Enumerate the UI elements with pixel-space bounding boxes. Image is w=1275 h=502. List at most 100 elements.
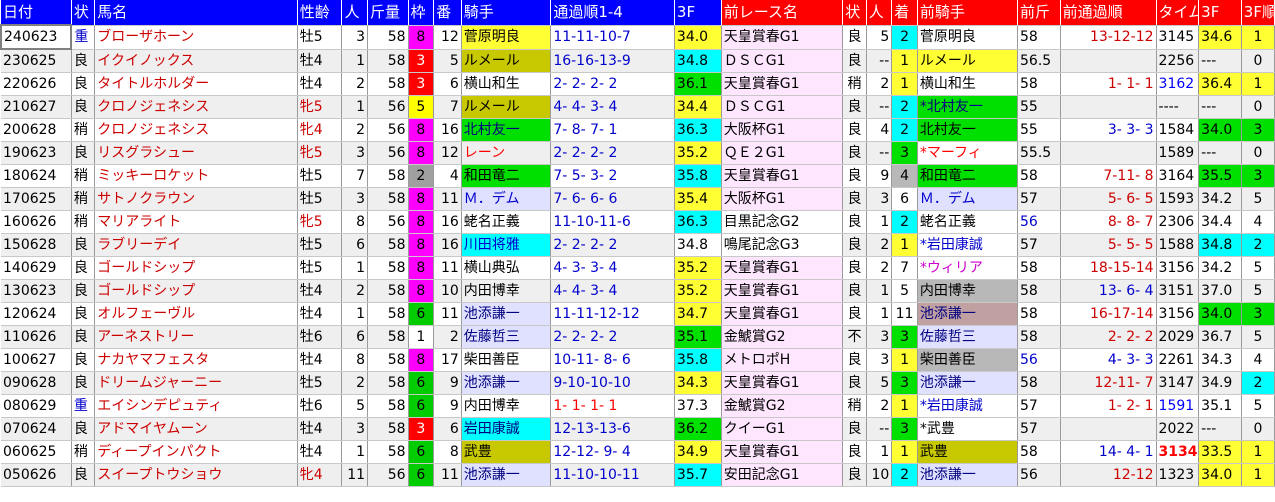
previous-popularity-cell: 1 [866, 440, 893, 464]
previous-jockey-cell: 和田竜二 [917, 164, 1019, 188]
table-row[interactable]: 170625 稍サトノクラウン 牡5 3 58 8 11 Ｍ．デム 7- 6- 6- 6 35.4… [1, 187, 1275, 211]
table-row[interactable]: 160626 稍マリアライト 牝5 8 56 8 16 蛯名正義 11-10-11-6 36.3 目… [1, 210, 1275, 234]
table-row[interactable]: 070624 良アドマイヤムーン 牡4 3 58 3 6 岩田康誠 12-13-13-6 36.2… [1, 417, 1275, 441]
previous-finish-cell: 3 [891, 371, 918, 395]
column-header[interactable]: 前レース名 [721, 0, 844, 26]
table-row[interactable]: 130623 良ゴールドシップ 牡4 2 58 8 10 内田博幸 4- 4- 3- 4 35.2… [1, 279, 1275, 303]
column-header[interactable]: 斤量 [367, 0, 409, 26]
popularity-cell: 3 [341, 25, 369, 50]
previous-popularity-cell: 2 [866, 394, 893, 418]
passing-order-cell: 4- 4- 3- 4 [550, 279, 675, 303]
table-row[interactable]: 060625 稍ディープインパクト 牡4 1 58 6 8 武豊 12-12- 9- 4 34.9… [1, 440, 1275, 464]
table-row[interactable]: 120624 良オルフェーヴル 牡4 1 58 6 11 池添謙一 11-11-12-12 34.… [1, 302, 1275, 326]
sex-age-cell: 牡5 [297, 256, 343, 280]
column-header[interactable]: 3F [674, 0, 722, 26]
previous-3f-cell: 35.5 [1198, 164, 1242, 188]
previous-3f-cell: 34.9 [1198, 371, 1242, 395]
previous-weight-cell: 57 [1017, 233, 1061, 257]
weight-cell: 56 [367, 95, 409, 119]
previous-weight-cell: 56 [1017, 463, 1061, 487]
table-row[interactable]: 140629 良ゴールドシップ 牡5 1 58 8 11 横山典弘 4- 3- 3- 4 35.2… [1, 256, 1275, 280]
previous-3f-cell: 33.5 [1198, 440, 1242, 464]
track-condition-cell: 稍 [71, 118, 96, 142]
weight-cell: 58 [367, 49, 409, 73]
previous-condition-cell: 良 [842, 141, 867, 165]
frame-cell: 8 [408, 141, 435, 165]
column-header[interactable]: 人 [866, 0, 893, 26]
previous-passing-cell: 7-11- 8 [1060, 164, 1157, 188]
previous-passing-cell: 1- 1- 1 [1060, 72, 1157, 96]
jockey-cell: Ｍ．デム [461, 187, 552, 211]
previous-passing-cell: 14- 4- 1 [1060, 440, 1157, 464]
previous-3f-rank-cell: 5 [1241, 187, 1275, 211]
table-row[interactable]: 050626 良スイープトウショウ 牝4 11 56 6 11 池添謙一 11-10-10-11… [1, 463, 1275, 487]
table-row[interactable]: 110626 良アーネストリー 牡6 6 58 1 2 佐藤哲三 2- 2- 2- 2 35.1 金… [1, 325, 1275, 349]
column-header[interactable]: 性齢 [297, 0, 343, 26]
weight-cell: 58 [367, 233, 409, 257]
jockey-cell: 池添謙一 [461, 463, 552, 487]
column-header[interactable]: 3F [1198, 0, 1242, 26]
popularity-cell: 1 [341, 440, 369, 464]
previous-3f-rank-cell: 0 [1241, 49, 1275, 73]
previous-weight-cell: 55 [1017, 95, 1061, 119]
table-row[interactable]: 190623 良リスグラシュー 牝5 3 56 8 12 レーン 2- 2- 2- 2 35.2 Ｑ… [1, 141, 1275, 165]
weight-cell: 58 [367, 394, 409, 418]
table-row[interactable]: 210627 良クロノジェネシス 牝5 1 56 5 7 ルメール 4- 4- 3- 4 34.4… [1, 95, 1275, 119]
passing-order-cell: 11-11-12-12 [550, 302, 675, 326]
table-row[interactable]: 150628 良ラブリーデイ 牡5 6 58 8 16 川田将雅 2- 2- 2- 2 34.8 鳴… [1, 233, 1275, 257]
column-header[interactable]: 馬名 [94, 0, 298, 26]
previous-time-cell: 1584 [1156, 118, 1200, 142]
table-row[interactable]: 180624 稍ミッキーロケット 牡5 7 58 2 4 和田竜二 7- 5- 3- 2 35.8… [1, 164, 1275, 188]
previous-passing-cell: 3- 3- 3 [1060, 118, 1157, 142]
column-header[interactable]: 前斤 [1017, 0, 1061, 26]
table-row[interactable]: 200628 稍クロノジェネシス 牝4 2 56 8 16 北村友一 7- 8- 7- 1 36.… [1, 118, 1275, 142]
jockey-cell: 内田博幸 [461, 279, 552, 303]
column-header[interactable]: 状 [842, 0, 867, 26]
previous-time-cell: 3151 [1156, 279, 1200, 303]
popularity-cell: 3 [341, 141, 369, 165]
horse-name-cell: タイトルホルダー [94, 72, 298, 96]
column-header[interactable]: 着 [891, 0, 918, 26]
previous-popularity-cell: -- [866, 49, 893, 73]
jockey-cell: 和田竜二 [461, 164, 552, 188]
horse-name-cell: アーネストリー [94, 325, 298, 349]
popularity-cell: 11 [341, 463, 369, 487]
previous-3f-rank-cell: 5 [1241, 394, 1275, 418]
previous-3f-cell: --- [1198, 49, 1242, 73]
last-3f-cell: 34.0 [674, 25, 722, 50]
previous-race-cell: 大阪杯G1 [721, 187, 844, 211]
table-row[interactable]: 090628 良ドリームジャーニー 牡5 2 58 6 9 池添謙一 9-10-10-10 34.… [1, 371, 1275, 395]
horse-name-cell: ミッキーロケット [94, 164, 298, 188]
previous-3f-cell: 36.4 [1198, 72, 1242, 96]
jockey-cell: 横山和生 [461, 72, 552, 96]
column-header[interactable]: 枠 [408, 0, 435, 26]
previous-passing-cell: 18-15-14 [1060, 256, 1157, 280]
table-row[interactable]: 080629 重エイシンデピュティ 牡6 5 58 6 9 内田博幸 1- 1- 1- 1 37.… [1, 394, 1275, 418]
column-header[interactable]: タイム [1156, 0, 1200, 26]
column-header[interactable]: 通過順1-4 [550, 0, 675, 26]
column-header[interactable]: 前通過順 [1060, 0, 1157, 26]
previous-weight-cell: 57 [1017, 394, 1061, 418]
jockey-cell: ルメール [461, 95, 552, 119]
column-header[interactable]: 騎手 [461, 0, 552, 26]
column-header[interactable]: 番 [433, 0, 462, 26]
table-row[interactable]: 100627 良ナカヤマフェスタ 牡4 8 58 8 17 柴田善臣 10-11- 8- 6 35… [1, 348, 1275, 372]
column-header[interactable]: 人 [341, 0, 369, 26]
column-header[interactable]: 前騎手 [917, 0, 1019, 26]
column-header[interactable]: 日付 [1, 0, 72, 26]
horse-number-cell: 11 [433, 463, 462, 487]
passing-order-cell: 7- 8- 7- 1 [550, 118, 675, 142]
track-condition-cell: 重 [71, 394, 96, 418]
table-row[interactable]: 230625 良イクイノックス 牡4 1 58 3 5 ルメール 16-16-13-9 34.8 Ｄ… [1, 49, 1275, 73]
table-row[interactable]: 220626 良タイトルホルダー 牡4 2 58 3 6 横山和生 2- 2- 2- 2 36.1… [1, 72, 1275, 96]
popularity-cell: 1 [341, 49, 369, 73]
table-row[interactable]: 240623 重ブローザホーン 牡5 3 58 8 12 菅原明良 11-11-10-7 34.0… [0, 24, 1275, 50]
column-header[interactable]: 状 [71, 0, 96, 26]
sex-age-cell: 牡4 [297, 302, 343, 326]
previous-condition-cell: 良 [842, 256, 867, 280]
column-header[interactable]: 3F順 [1241, 0, 1275, 26]
sex-age-cell: 牡4 [297, 72, 343, 96]
previous-3f-cell: 34.6 [1198, 25, 1242, 50]
date-cell: 230625 [1, 49, 72, 73]
passing-order-cell: 4- 4- 3- 4 [550, 95, 675, 119]
